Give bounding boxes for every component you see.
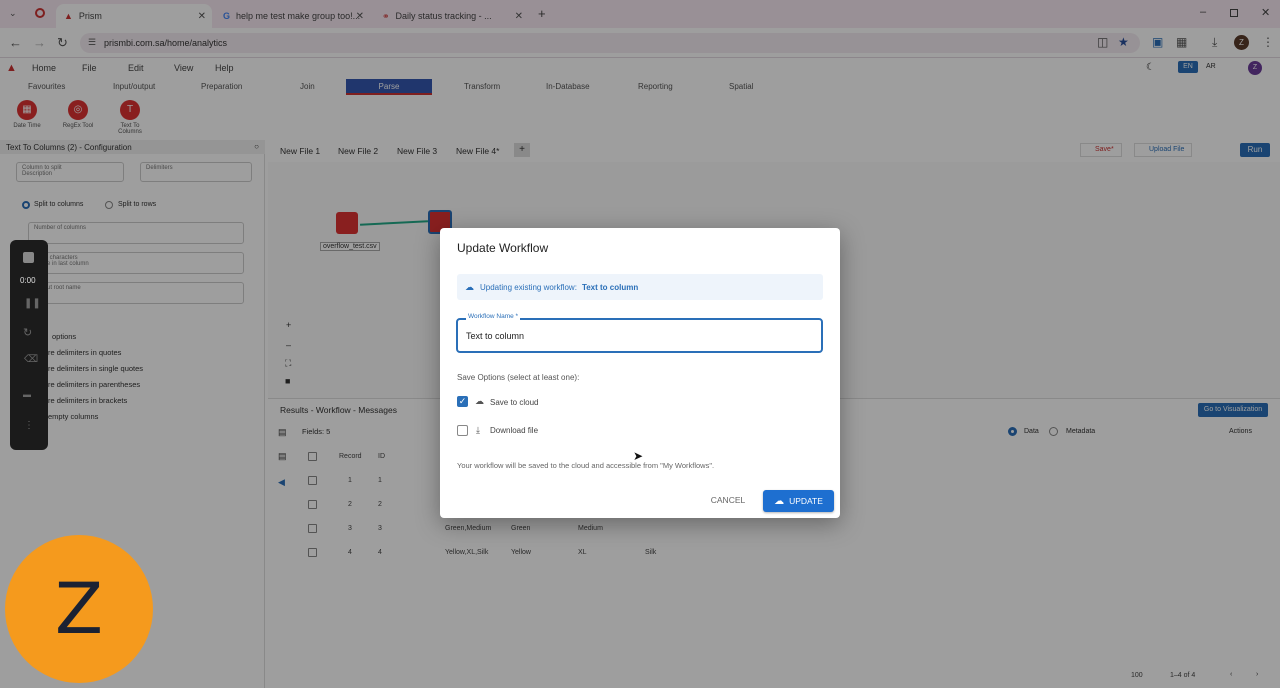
save-to-cloud-label: Save to cloud xyxy=(490,398,539,407)
dialog-title: Update Workflow xyxy=(457,241,549,255)
restart-icon[interactable]: ↻ xyxy=(23,326,32,339)
screen-recorder-toolbar: 0:00 ❚❚ ↻ ⌫ ▬ ⋮ xyxy=(10,240,48,450)
download-icon: ⤓ xyxy=(476,425,480,435)
update-button[interactable]: ☁ UPDATE xyxy=(763,490,834,512)
avatar-initial: Z xyxy=(55,568,103,650)
cancel-button[interactable]: CANCEL xyxy=(702,490,754,510)
save-note: Your workflow will be saved to the cloud… xyxy=(457,461,715,470)
cloud-upload-icon: ☁ xyxy=(774,495,785,507)
save-options-label: Save Options (select at least one): xyxy=(457,373,580,382)
pause-icon[interactable]: ❚❚ xyxy=(24,298,41,309)
delete-icon[interactable]: ⌫ xyxy=(24,354,38,365)
drag-handle-icon[interactable]: ⋮ xyxy=(24,420,34,431)
camera-icon[interactable]: ▬ xyxy=(23,390,31,399)
info-workflow-name: Text to column xyxy=(581,282,639,292)
stop-icon[interactable] xyxy=(23,252,34,263)
cloud-icon: ☁ xyxy=(465,281,474,292)
info-prefix: Updating existing workflow: xyxy=(480,282,577,292)
webcam-avatar: Z xyxy=(5,535,153,683)
update-workflow-dialog: Update Workflow ☁ Updating existing work… xyxy=(440,228,840,518)
info-banner: ☁ Updating existing workflow: Text to co… xyxy=(457,274,823,300)
recorder-time: 0:00 xyxy=(20,276,36,285)
download-file-label: Download file xyxy=(490,426,539,435)
workflow-name-input[interactable]: Text to column xyxy=(466,331,524,341)
workflow-name-field[interactable]: Workflow Name * Text to column xyxy=(456,313,823,353)
download-file-checkbox[interactable] xyxy=(457,425,468,436)
workflow-name-label: Workflow Name * xyxy=(466,313,521,320)
cloud-upload-icon: ☁ xyxy=(475,396,484,406)
save-to-cloud-checkbox[interactable]: ✓ xyxy=(457,396,468,407)
update-label: UPDATE xyxy=(789,496,823,506)
